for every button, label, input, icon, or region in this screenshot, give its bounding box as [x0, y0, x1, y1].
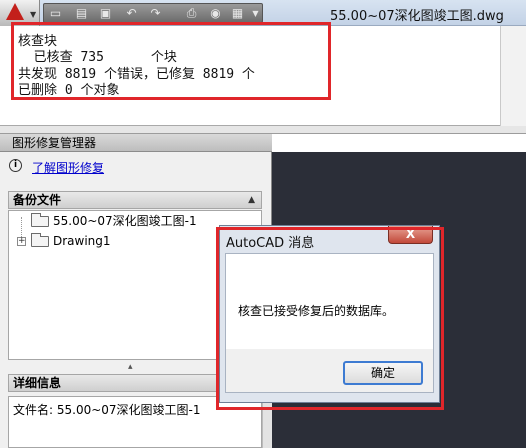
open-icon[interactable]: ▤: [74, 6, 89, 21]
backup-files-header[interactable]: 备份文件 ▲: [8, 191, 262, 209]
tree-item-label: Drawing1: [53, 234, 111, 248]
quick-access-toolbar: ▭ ▤ ▣ ↶ ↷ ⎙ ◉ ▦ ▼: [43, 3, 263, 23]
new-icon[interactable]: ▭: [48, 6, 63, 21]
highlight-frame: [216, 227, 444, 410]
document-title: 55.00~07深化图竣工图.dwg: [330, 9, 504, 24]
command-scrollbar[interactable]: [500, 26, 526, 126]
chevron-up-icon[interactable]: ▲: [248, 192, 255, 208]
highlight-frame: [11, 22, 331, 100]
expand-icon[interactable]: +: [17, 237, 26, 246]
backup-files-heading: 备份文件: [13, 193, 62, 207]
tree-item-label: 55.00~07深化图竣工图-1: [53, 214, 197, 228]
publish-icon[interactable]: ◉: [208, 6, 223, 21]
palette-title: 图形修复管理器: [0, 134, 272, 152]
plot-icon[interactable]: ⎙: [184, 6, 199, 21]
redo-icon[interactable]: ↷: [148, 6, 163, 21]
details-heading: 详细信息: [13, 376, 62, 390]
workspace-icon[interactable]: ▦: [230, 6, 245, 21]
learn-recovery-link[interactable]: 了解图形修复: [32, 159, 104, 176]
tree-item-drawing1[interactable]: + Drawing1: [9, 232, 249, 250]
save-icon[interactable]: ▣: [98, 6, 113, 21]
filename-text: 文件名: 55.00~07深化图竣工图-1: [13, 403, 201, 417]
autocad-logo-icon: [6, 3, 24, 20]
tree-item-backup-1[interactable]: 55.00~07深化图竣工图-1: [9, 212, 249, 230]
info-icon: i: [9, 159, 22, 172]
chevron-down-icon: ▼: [30, 10, 37, 19]
folder-icon: [31, 233, 49, 247]
folder-open-icon: [31, 213, 49, 227]
command-line-border: [0, 126, 526, 134]
chevron-down-icon[interactable]: ▼: [248, 6, 263, 21]
undo-icon[interactable]: ↶: [124, 6, 139, 21]
